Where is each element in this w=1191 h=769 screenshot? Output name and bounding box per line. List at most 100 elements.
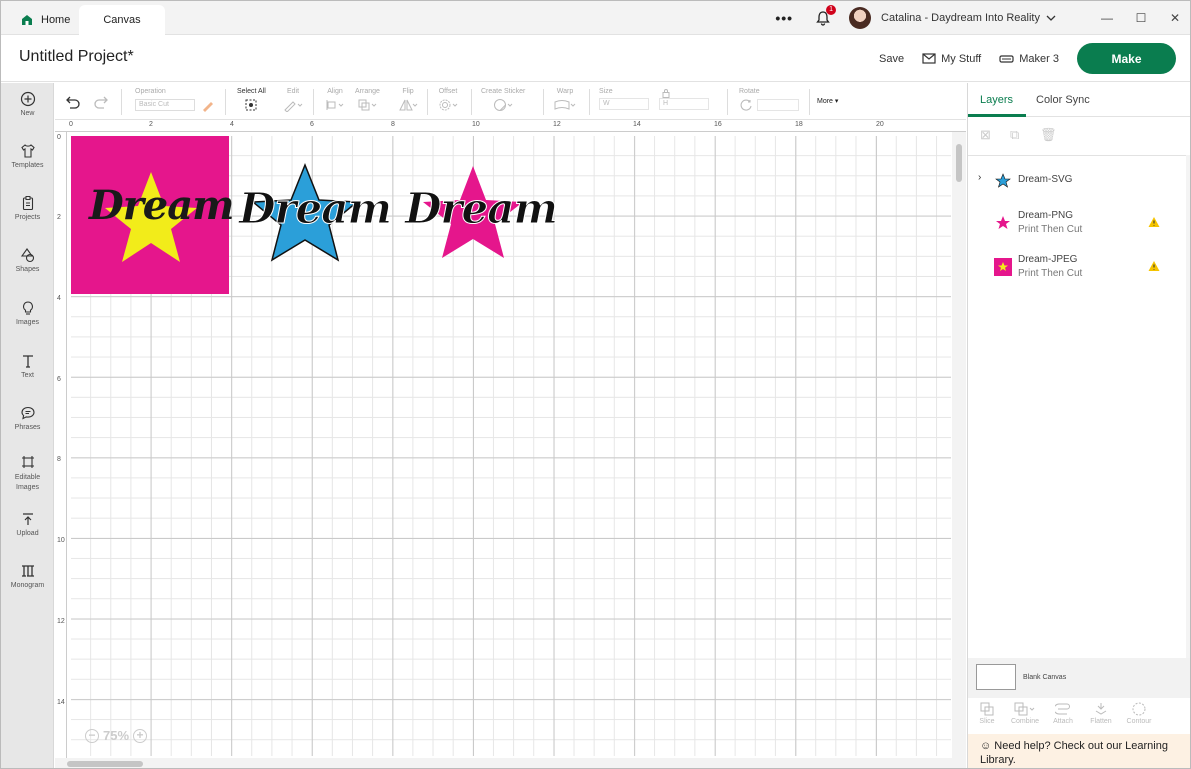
sidebar-item-upload[interactable]: Upload [1, 511, 54, 537]
flatten-button[interactable]: Flatten [1082, 698, 1120, 734]
attach-button[interactable]: Attach [1044, 698, 1082, 734]
height-input[interactable]: H [658, 98, 709, 110]
design-text: Dream [89, 182, 234, 229]
paperclip-icon [1055, 703, 1070, 715]
scroll-thumb[interactable] [67, 761, 143, 767]
vertical-scrollbar[interactable] [952, 132, 966, 758]
sidebar-item-new[interactable]: New [1, 91, 54, 117]
warning-icon[interactable] [1148, 260, 1160, 272]
warp-button[interactable]: Warp [553, 88, 577, 114]
project-title[interactable]: Untitled Project* [19, 48, 134, 66]
close-button[interactable]: ✕ [1158, 11, 1190, 25]
layers-scrollbar[interactable] [1186, 155, 1190, 658]
pen-icon[interactable] [201, 98, 215, 112]
ruler-mark: 0 [69, 121, 73, 128]
warning-icon[interactable] [1148, 216, 1160, 228]
maximize-button[interactable]: ☐ [1124, 11, 1158, 25]
layers-list: › Dream-SVG Dream-PNG Print Then Cut Dre… [968, 155, 1190, 658]
user-name[interactable]: Catalina - Daydream Into Reality [881, 12, 1040, 24]
save-button[interactable]: Save [879, 53, 904, 65]
layer-item[interactable]: › Dream-SVG [968, 162, 1178, 200]
blank-canvas-swatch[interactable] [976, 664, 1016, 690]
slice-button[interactable]: Slice [968, 698, 1006, 734]
tab-canvas[interactable]: Canvas [79, 5, 165, 35]
layer-actions: ⊠ ⧉ 🗑 [980, 127, 1070, 143]
more-options-icon[interactable]: ••• [775, 10, 793, 26]
zoom-out-button[interactable]: − [85, 728, 99, 743]
notification-badge: 1 [826, 5, 837, 15]
clipboard-icon [22, 196, 33, 211]
layer-operation: Print Then Cut [1018, 224, 1083, 235]
toolbar-divider [543, 89, 544, 115]
contour-icon [1132, 702, 1146, 716]
offset-button[interactable]: Offset [437, 88, 459, 114]
lock-icon[interactable] [661, 88, 671, 98]
rotate-input[interactable] [757, 99, 799, 111]
group-icon[interactable]: ⊠ [980, 127, 1010, 143]
create-sticker-label: Create Sticker [481, 88, 526, 95]
toolbar-divider [471, 89, 472, 115]
chevron-down-icon[interactable] [1046, 13, 1056, 23]
panel-bottom: Blank Canvas Slice Combine Attach Flatte… [968, 658, 1190, 768]
design-jpeg[interactable]: Dream [71, 136, 234, 294]
chevron-right-icon[interactable]: › [978, 172, 981, 183]
zoom-in-button[interactable]: + [133, 728, 148, 743]
contour-label: Contour [1126, 718, 1152, 725]
edit-button[interactable]: Edit [283, 88, 303, 114]
sidebar-item-images[interactable]: Images [1, 300, 54, 326]
sidebar-item-label: Shapes [15, 266, 40, 273]
sidebar-item-editable-images[interactable]: Editable Images [1, 454, 54, 493]
sidebar-item-phrases[interactable]: Phrases [1, 405, 54, 431]
sidebar-item-templates[interactable]: Templates [1, 143, 54, 169]
design-canvas[interactable]: 0 2 4 6 8 10 12 14 16 18 20 0 2 4 6 8 10… [55, 120, 966, 768]
project-header: Untitled Project* Save My Stuff Maker 3 … [1, 35, 1190, 82]
contour-button[interactable]: Contour [1120, 698, 1158, 734]
layer-item[interactable]: Dream-PNG Print Then Cut [968, 204, 1178, 242]
flip-button[interactable]: Flip [397, 88, 419, 114]
minimize-button[interactable]: — [1090, 11, 1124, 25]
home-icon [22, 15, 32, 25]
ruler-mark: 2 [149, 121, 153, 128]
create-sticker-button[interactable]: Create Sticker [481, 88, 525, 114]
operation-select[interactable]: Basic Cut [135, 99, 195, 111]
my-stuff-button[interactable]: My Stuff [922, 53, 981, 65]
width-input[interactable]: W [599, 98, 649, 110]
arrange-icon [358, 99, 377, 111]
ruler-mark: 2 [57, 214, 61, 221]
help-banner[interactable]: ☺ Need help? Check out our Learning Libr… [968, 734, 1190, 768]
layer-operation: Print Then Cut [1018, 268, 1083, 279]
sidebar-item-text[interactable]: Text [1, 353, 54, 379]
tab-home[interactable]: Home [13, 5, 78, 35]
tab-layers[interactable]: Layers [980, 94, 1013, 106]
layer-item[interactable]: Dream-JPEG Print Then Cut [968, 248, 1178, 286]
sticker-icon [494, 99, 513, 111]
undo-icon[interactable] [65, 95, 81, 109]
combine-button[interactable]: Combine [1006, 698, 1044, 734]
smile-icon: ☺ [980, 740, 992, 752]
tab-color-sync[interactable]: Color Sync [1036, 94, 1090, 106]
ruler-mark: 0 [57, 134, 61, 141]
align-button[interactable]: Align [325, 88, 345, 114]
arrange-button[interactable]: Arrange [355, 88, 380, 114]
avatar[interactable] [849, 7, 872, 29]
sidebar-item-projects[interactable]: Projects [1, 195, 54, 221]
redo-icon[interactable] [93, 95, 109, 109]
ruler-mark: 10 [472, 121, 480, 128]
make-button[interactable]: Make [1077, 43, 1176, 74]
more-button[interactable]: More ▾ [817, 97, 838, 105]
notifications-button[interactable]: 1 [815, 5, 837, 26]
scroll-thumb[interactable] [956, 144, 962, 182]
duplicate-icon[interactable]: ⧉ [1010, 127, 1040, 143]
design-png[interactable]: Dream [405, 164, 558, 270]
select-all-button[interactable]: Select All [237, 88, 266, 114]
sidebar-item-monogram[interactable]: Monogram [1, 563, 54, 589]
horizontal-scrollbar[interactable] [55, 758, 966, 768]
flip-icon [399, 99, 418, 111]
sidebar-item-label: Images [16, 319, 39, 326]
text-icon [22, 355, 33, 368]
sidebar-item-shapes[interactable]: Shapes [1, 247, 54, 273]
machine-button[interactable]: Maker 3 [999, 53, 1059, 65]
trash-icon[interactable]: 🗑 [1040, 127, 1070, 143]
design-svg[interactable]: Dream [239, 160, 392, 270]
ruler-top: 0 2 4 6 8 10 12 14 16 18 20 [55, 120, 966, 132]
